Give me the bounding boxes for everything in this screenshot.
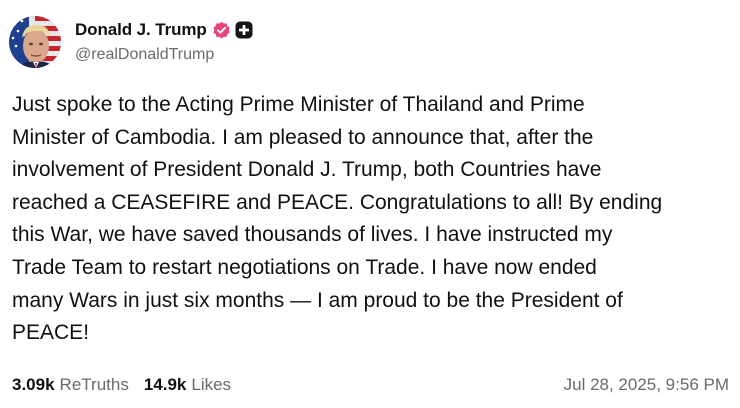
author-info: Donald J. Trump @realDonaldTrump	[75, 19, 253, 64]
verified-badge-icon	[212, 21, 231, 40]
truth-post: Donald J. Trump @realDonaldTrump Just sp…	[0, 0, 740, 408]
post-text: Just spoke to the Acting Prime Minister …	[12, 93, 663, 345]
avatar[interactable]	[9, 16, 61, 68]
likes-stat[interactable]: 14.9k Likes	[144, 375, 231, 395]
post-header: Donald J. Trump @realDonaldTrump	[9, 16, 253, 72]
name-row: Donald J. Trump	[75, 19, 253, 41]
plus-badge-icon	[235, 21, 253, 39]
post-timestamp[interactable]: Jul 28, 2025, 9:56 PM	[564, 375, 729, 395]
retruths-stat[interactable]: 3.09k ReTruths	[12, 375, 129, 395]
display-name[interactable]: Donald J. Trump	[75, 20, 207, 40]
avatar-image	[9, 16, 61, 68]
likes-count: 14.9k	[143, 375, 187, 394]
retruths-count: 3.09k	[12, 375, 55, 394]
post-stats: 3.09k ReTruths 14.9k Likes	[12, 375, 231, 395]
retruths-label: ReTruths	[59, 375, 129, 394]
user-handle[interactable]: @realDonaldTrump	[75, 46, 253, 64]
likes-label: Likes	[191, 375, 232, 394]
